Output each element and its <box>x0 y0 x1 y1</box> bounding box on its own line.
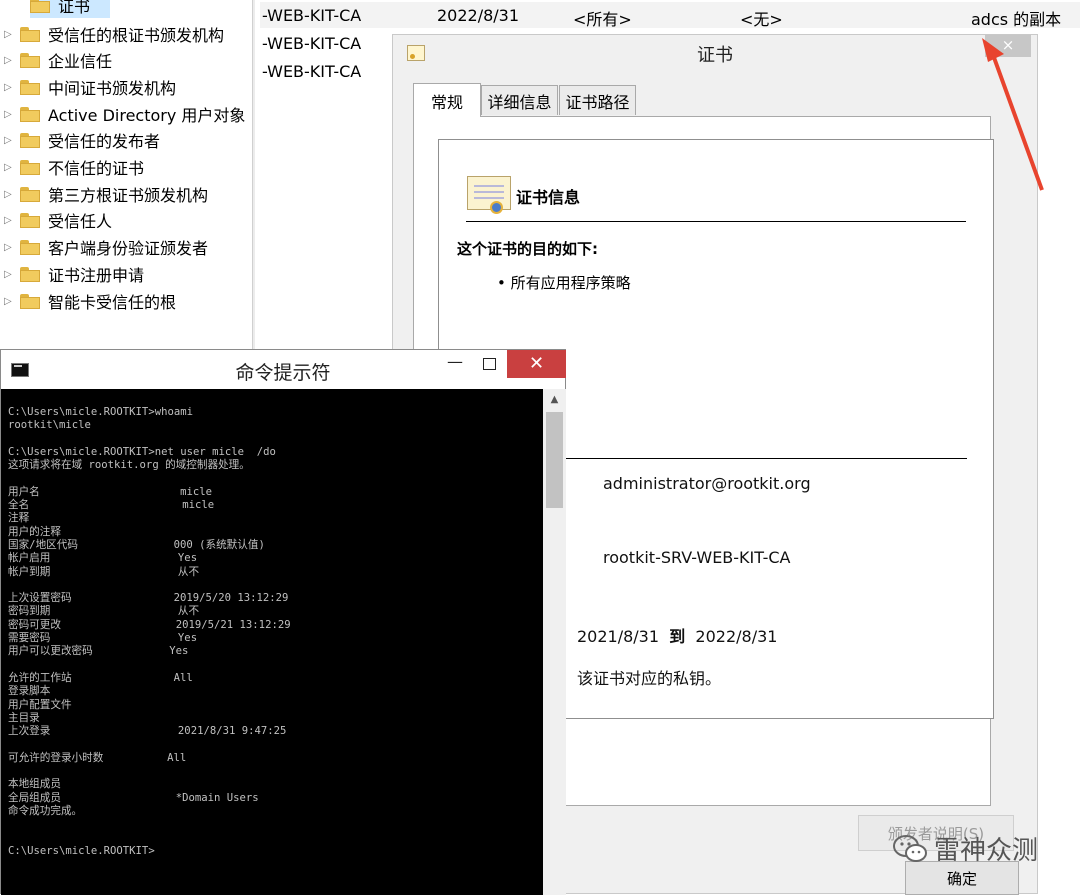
tree-item-label: 智能卡受信任的根 <box>48 293 177 312</box>
scroll-up-icon[interactable]: ▲ <box>543 389 566 411</box>
cell-friendly-name: <无> <box>740 10 783 29</box>
command-prompt-window: 命令提示符 — ✕ C:\Users\micle.ROOTKIT>whoami … <box>0 349 566 895</box>
expand-arrow-icon[interactable]: ▷ <box>4 109 12 120</box>
expand-arrow-icon[interactable]: ▷ <box>4 189 12 200</box>
maximize-button[interactable] <box>473 350 507 378</box>
private-key-note: 该证书对应的私钥。 <box>577 669 722 688</box>
folder-icon <box>20 26 40 42</box>
purpose-item: • 所有应用程序策略 <box>497 274 631 292</box>
tree-item-label: 客户端身份验证颁发者 <box>48 239 209 258</box>
info-heading: 证书信息 <box>516 188 581 207</box>
watermark: 雷神众测 <box>892 830 1038 867</box>
minimize-button[interactable]: — <box>437 350 473 378</box>
cell-expiry: 2022/8/31 <box>437 6 520 25</box>
tree-item-label: 第三方根证书颁发机构 <box>48 186 209 205</box>
tab-details[interactable]: 详细信息 <box>481 85 558 115</box>
issued-by-value: rootkit-SRV-WEB-KIT-CA <box>603 548 791 567</box>
tree-item-label: 不信任的证书 <box>48 159 145 178</box>
folder-icon <box>20 132 40 148</box>
tree-item-label: 受信任的根证书颁发机构 <box>48 26 225 45</box>
purpose-heading: 这个证书的目的如下: <box>457 240 598 258</box>
valid-to: 2022/8/31 <box>695 627 778 646</box>
close-button[interactable]: × <box>985 35 1031 57</box>
tab-cert-path[interactable]: 证书路径 <box>559 85 636 115</box>
expand-arrow-icon[interactable]: ▷ <box>4 215 12 226</box>
expand-arrow-icon[interactable]: ▷ <box>4 242 12 253</box>
tree-item-label: 中间证书颁发机构 <box>48 79 177 98</box>
tree-item-label: 证书 <box>58 0 91 16</box>
cert-list-row[interactable]: -WEB-KIT-CA <box>262 30 361 56</box>
expand-arrow-icon[interactable]: ▷ <box>4 55 12 66</box>
folder-icon <box>20 266 40 282</box>
folder-icon <box>20 79 40 95</box>
folder-icon <box>20 186 40 202</box>
folder-icon <box>20 212 40 228</box>
cmd-titlebar[interactable]: 命令提示符 — ✕ <box>1 350 566 389</box>
divider <box>466 221 966 222</box>
tab-general[interactable]: 常规 <box>413 83 481 117</box>
tree-item-trusted-people[interactable]: ▷ 受信任人 <box>0 207 112 233</box>
tree-item-trusted-publishers[interactable]: ▷ 受信任的发布者 <box>0 127 160 153</box>
expand-arrow-icon[interactable]: ▷ <box>4 29 12 40</box>
divider <box>557 458 967 459</box>
tree-item-label: 企业信任 <box>48 52 113 71</box>
cell-issued-to: -WEB-KIT-CA <box>262 33 362 53</box>
expand-arrow-icon[interactable]: ▷ <box>4 296 12 307</box>
folder-icon <box>30 0 50 13</box>
watermark-text: 雷神众测 <box>934 836 1039 866</box>
validity-line: 2021/8/31 到 2022/8/31 <box>577 623 777 647</box>
dialog-titlebar[interactable]: 证书 × <box>393 35 1037 71</box>
tree-item-label: 受信任人 <box>48 212 113 231</box>
valid-from: 2021/8/31 <box>577 627 660 646</box>
wechat-icon <box>893 834 927 862</box>
issued-to-value: administrator@rootkit.org <box>603 474 811 493</box>
certificate-ribbon-icon <box>467 176 511 214</box>
expand-arrow-icon[interactable]: ▷ <box>4 135 12 146</box>
folder-icon <box>20 239 40 255</box>
scroll-thumb[interactable] <box>546 412 563 508</box>
cell-issued-to: -WEB-KIT-CA <box>262 6 362 25</box>
tree-item-cert-enrollment[interactable]: ▷ 证书注册申请 <box>0 261 144 287</box>
tree-item-label: Active Directory 用户对象 <box>48 106 246 125</box>
folder-icon <box>20 52 40 68</box>
folder-icon <box>20 106 40 122</box>
vertical-scrollbar[interactable]: ▲ <box>543 389 566 895</box>
expand-arrow-icon[interactable]: ▷ <box>4 162 12 173</box>
expand-arrow-icon[interactable]: ▷ <box>4 269 12 280</box>
close-button[interactable]: ✕ <box>507 350 566 378</box>
valid-to-word: 到 <box>669 627 686 646</box>
tree-item-untrusted-certs[interactable]: ▷ 不信任的证书 <box>0 154 144 180</box>
cell-issued-to: -WEB-KIT-CA <box>262 61 362 81</box>
tree-item-intermediate-ca[interactable]: ▷ 中间证书颁发机构 <box>0 74 176 100</box>
tree-item-smartcard-root[interactable]: ▷ 智能卡受信任的根 <box>0 288 176 314</box>
tree-item-certificates[interactable]: 证书 <box>30 0 110 18</box>
dialog-title: 证书 <box>697 45 733 66</box>
folder-icon <box>20 293 40 309</box>
console-output-area[interactable]: C:\Users\micle.ROOTKIT>whoami rootkit\mi… <box>1 389 543 895</box>
tree-item-trusted-root-ca[interactable]: ▷ 受信任的根证书颁发机构 <box>0 21 224 47</box>
tree-item-third-party-root-ca[interactable]: ▷ 第三方根证书颁发机构 <box>0 181 208 207</box>
tree-item-ad-user-object[interactable]: ▷ Active Directory 用户对象 <box>0 101 245 127</box>
tab-label: 常规 <box>430 92 463 112</box>
tree-item-label: 受信任的发布者 <box>48 132 161 151</box>
console-text: C:\Users\micle.ROOTKIT>whoami rootkit\mi… <box>8 406 291 857</box>
cert-list-row[interactable]: -WEB-KIT-CA <box>262 58 361 84</box>
tab-label: 详细信息 <box>487 92 552 112</box>
cert-list-row-selected[interactable]: -WEB-KIT-CA 2022/8/31 <所有> <无> adcs 的副本 <box>260 2 1080 29</box>
tree-item-client-auth-issuers[interactable]: ▷ 客户端身份验证颁发者 <box>0 234 208 260</box>
folder-icon <box>20 159 40 175</box>
cell-template: adcs 的副本 <box>971 10 1062 29</box>
tree-item-enterprise-trust[interactable]: ▷ 企业信任 <box>0 47 112 73</box>
tree-item-label: 证书注册申请 <box>48 266 145 285</box>
cell-purpose: <所有> <box>573 10 632 29</box>
expand-arrow-icon[interactable]: ▷ <box>4 82 12 93</box>
tab-label: 证书路径 <box>565 92 630 112</box>
